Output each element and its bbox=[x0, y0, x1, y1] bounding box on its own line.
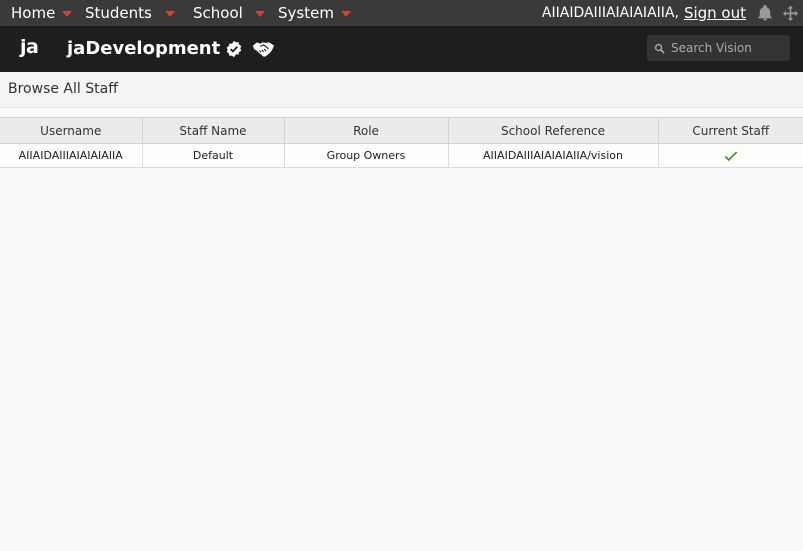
menu-school[interactable]: School bbox=[193, 0, 265, 26]
brand-bar: ja jaDevelopment bbox=[0, 26, 803, 72]
cell-staff-name: Default bbox=[141, 143, 285, 168]
menu-system-label: System bbox=[278, 4, 334, 22]
search-input[interactable] bbox=[671, 41, 789, 55]
table-header-row: Username Staff Name Role School Referenc… bbox=[0, 117, 803, 144]
menu-home-label: Home bbox=[11, 4, 56, 22]
staff-table: Username Staff Name Role School Referenc… bbox=[0, 117, 803, 168]
caret-down-icon bbox=[62, 11, 73, 17]
cell-username: AIIAIDAIIIAIAIAIAIIA bbox=[0, 143, 143, 168]
verified-badge-icon bbox=[226, 40, 242, 58]
column-header-staff-name[interactable]: Staff Name bbox=[141, 117, 285, 144]
cell-role: Group Owners bbox=[283, 143, 449, 168]
handshake-icon[interactable] bbox=[252, 39, 275, 59]
menu-system[interactable]: System bbox=[278, 0, 351, 26]
table-row[interactable]: AIIAIDAIIIAIAIAIAIIA Default Group Owner… bbox=[0, 143, 803, 168]
search-icon bbox=[654, 43, 665, 53]
column-header-school-reference[interactable]: School Reference bbox=[447, 117, 659, 144]
cell-current-staff bbox=[657, 143, 803, 168]
page-header: Browse All Staff bbox=[0, 72, 803, 108]
caret-down-icon bbox=[254, 11, 265, 17]
top-menubar: Home Students School System AIIAIDAIIIAI… bbox=[0, 0, 803, 26]
menu-students[interactable]: Students bbox=[85, 0, 175, 26]
column-header-username[interactable]: Username bbox=[0, 117, 143, 144]
column-header-current-staff[interactable]: Current Staff bbox=[657, 117, 803, 144]
move-icon[interactable] bbox=[781, 4, 800, 23]
user-name: AIIAIDAIIIAIAIAIAIIA, bbox=[541, 5, 679, 21]
cell-school-reference: AIIAIDAIIIAIAIAIAIIA/vision bbox=[447, 143, 659, 168]
menu-students-label: Students bbox=[85, 4, 152, 22]
logo[interactable]: ja bbox=[20, 36, 39, 58]
site-title[interactable]: jaDevelopment bbox=[67, 38, 220, 59]
page-title: Browse All Staff bbox=[8, 81, 118, 97]
menu-home[interactable]: Home bbox=[11, 0, 73, 26]
caret-down-icon bbox=[340, 11, 351, 17]
search-box[interactable] bbox=[647, 35, 790, 61]
sign-out-link[interactable]: Sign out bbox=[684, 4, 746, 22]
caret-down-icon bbox=[164, 11, 175, 17]
check-icon bbox=[724, 151, 738, 162]
menu-school-label: School bbox=[193, 4, 243, 22]
user-area: AIIAIDAIIIAIAIAIAIIA, Sign out bbox=[542, 0, 746, 26]
column-header-role[interactable]: Role bbox=[283, 117, 449, 144]
bell-icon[interactable] bbox=[756, 4, 774, 22]
